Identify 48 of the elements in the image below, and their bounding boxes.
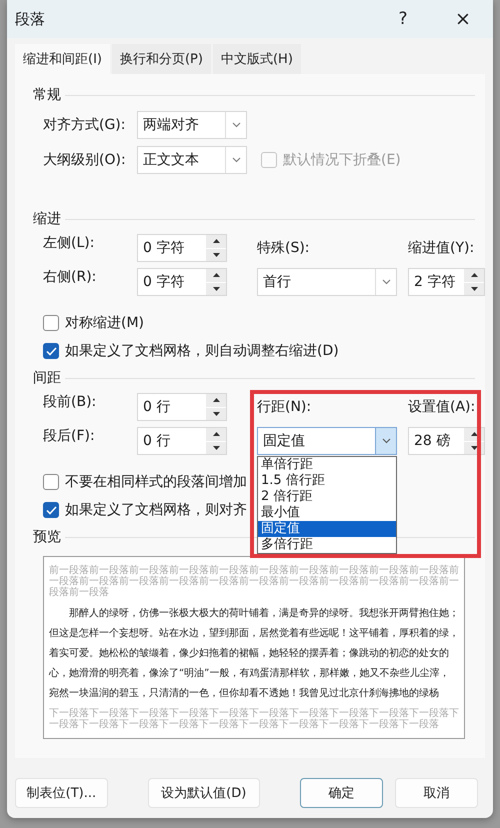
preview-text: 前一段落前一段落前一段落前一段落前一段落前一段落前一段落前一段落前一段落前一段落前一段落前一段落前一段落前一段落前一段落前一段落前一段落前一段落前一段落前一段落前一段落前一段落	[49, 565, 459, 598]
preview-text: 下一段落下一段落下一段落下一段落下一段落下一段落下一段落下一段落下一段落下一段落下一段落下一段落下一段落下一段落下一段落下一段落下一段落下一段落下一段落下一段落	[49, 708, 459, 730]
tab[interactable]: 换行和分页(P)	[112, 44, 211, 74]
dialog-button[interactable]: 制表位(T)...	[15, 778, 108, 808]
dialog-button[interactable]: 确定	[300, 778, 383, 808]
tab[interactable]: 缩进和间距(I)	[15, 44, 110, 74]
dropdown-option[interactable]: 固定值	[258, 521, 396, 537]
spacing-value-spinner[interactable]: 28 磅	[408, 427, 485, 455]
left-indent-spinner[interactable]: 0 字符	[137, 234, 227, 262]
field-label: 特殊(S):	[257, 239, 311, 258]
tab[interactable]: 中文版式(H)	[212, 44, 301, 74]
alignment-dropdown[interactable]: 两端对齐	[137, 110, 247, 138]
outline-level-dropdown[interactable]: 正文文本	[137, 146, 247, 174]
field-label: 大纲级别(O):	[43, 150, 127, 168]
field-label: 右侧(R):	[43, 268, 98, 287]
section-heading: 缩进	[33, 210, 61, 228]
dropdown-option[interactable]: 单倍行距	[258, 457, 396, 473]
preview-text: 那醉人的绿呀，仿佛一张极大极大的荷叶铺着，满是奇异的绿呀。我想张开两臂抱住她；但这是怎样一个妄想呀。站在水边，望到那面，居然觉着有些远呢！这平铺着，厚积着的绿，着实可爱。她松松的皱缬着，像少妇拖着的裙幅，她轻轻的摆弄着；像跳动的初恋的处女的心，她滑滑的明亮着，像涂了“明油”一般，有鸡蛋清那样软，那样嫩，她又不杂些儿尘滓，宛然一块温润的碧玉，只清清的一色，但你却看不透她！我曾见过北京什刹海拂地的绿杨	[49, 606, 459, 701]
space-before-spinner[interactable]: 0 行	[137, 393, 227, 421]
close-button[interactable]: ×	[433, 1, 493, 37]
field-label: 对齐方式(G):	[43, 116, 126, 134]
checkbox-label: 如果定义了文档网格，则对齐	[65, 501, 247, 519]
dropdown-option[interactable]: 1.5 倍行距	[258, 473, 396, 489]
dialog-button[interactable]: 取消	[394, 778, 478, 808]
field-label: 设置值(A):	[408, 398, 476, 417]
dropdown-option[interactable]: 多倍行距	[258, 537, 396, 553]
field-label: 段前(B):	[43, 393, 98, 412]
dropdown-option[interactable]: 最小值	[258, 505, 396, 521]
section-heading: 预览	[33, 528, 61, 546]
checkbox-label: 不要在相同样式的段落间增加	[65, 473, 247, 491]
help-button[interactable]: ?	[373, 1, 433, 37]
field-label: 左侧(L):	[43, 234, 96, 253]
dropdown-option[interactable]: 2 倍行距	[258, 489, 396, 505]
section-heading: 常规	[33, 86, 61, 104]
checkbox-label: 对称缩进(M)	[65, 314, 144, 332]
space-after-spinner[interactable]: 0 行	[137, 427, 227, 455]
dialog-button[interactable]: 设为默认值(D)	[148, 778, 260, 808]
field-label: 段后(F):	[43, 427, 96, 446]
section-heading: 间距	[33, 369, 61, 387]
checkbox-label: 默认情况下折叠(E)	[283, 150, 401, 168]
checkbox-label: 如果定义了文档网格，则自动调整右缩进(D)	[65, 342, 339, 360]
special-indent-dropdown[interactable]: 首行	[257, 268, 397, 296]
right-indent-spinner[interactable]: 0 字符	[137, 268, 227, 296]
line-spacing-dropdown[interactable]: 固定值	[257, 427, 397, 455]
field-label: 缩进值(Y):	[408, 239, 476, 258]
indent-by-spinner[interactable]: 2 字符	[408, 268, 485, 296]
window-title: 段落	[15, 10, 46, 28]
field-label: 行距(N):	[257, 398, 312, 417]
